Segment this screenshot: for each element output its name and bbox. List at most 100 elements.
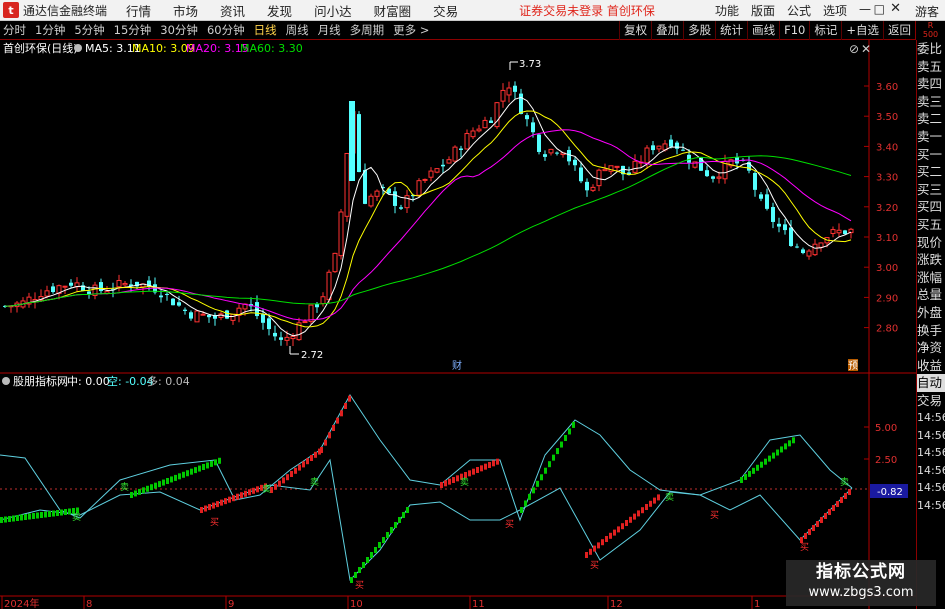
menu-item-discover[interactable]: 发现: [256, 1, 303, 20]
indicator-bar: [206, 462, 209, 469]
tab-60min[interactable]: 60分钟: [204, 22, 248, 38]
candle-body: [500, 89, 506, 102]
x-label-jan: 1: [754, 599, 760, 609]
panel-ask2[interactable]: 卖二: [917, 110, 945, 128]
indicator-bar: [645, 504, 648, 510]
menu-item-formula[interactable]: 公式: [781, 2, 817, 19]
panel-bid3[interactable]: 买三: [917, 181, 945, 199]
indicator-settings-icon[interactable]: [2, 377, 10, 385]
tab-5min[interactable]: 5分钟: [71, 22, 107, 38]
panel-outer[interactable]: 外盘: [917, 304, 945, 322]
f10-button[interactable]: F10: [779, 21, 809, 40]
candle-body: [326, 271, 332, 301]
tab-30min[interactable]: 30分钟: [157, 22, 201, 38]
tab-1min[interactable]: 1分钟: [32, 22, 68, 38]
menu-item-trade[interactable]: 交易: [422, 1, 469, 20]
candle-body: [434, 168, 440, 173]
draw-line-button[interactable]: 画线: [747, 21, 779, 40]
indicator-bar: [788, 440, 791, 447]
minimize-icon[interactable]: —: [859, 2, 871, 16]
candle-body: [537, 134, 541, 152]
add-watchlist-button[interactable]: +自选: [841, 21, 883, 40]
menu-item-assistant[interactable]: 问小达: [303, 1, 363, 20]
tab-monthly[interactable]: 月线: [315, 22, 344, 38]
candle-body: [446, 159, 452, 164]
candle-body: [363, 169, 367, 204]
panel-ask5[interactable]: 卖五: [917, 58, 945, 76]
quote-side-panel: 委比 卖五 卖四 卖三 卖二 卖一 买一 买二 买三 买四 买五 现价 涨跌 涨…: [916, 40, 945, 609]
close-pane-icon[interactable]: ✕: [861, 42, 871, 56]
panel-ask1[interactable]: 卖一: [917, 128, 945, 146]
indicator-bar: [378, 542, 381, 548]
chart-settings-icon[interactable]: [74, 44, 82, 52]
tab-more[interactable]: 更多 >: [390, 22, 432, 38]
tab-weekly[interactable]: 周线: [283, 22, 312, 38]
panel-eps[interactable]: 收益: [917, 357, 945, 375]
menu-item-function[interactable]: 功能: [709, 2, 745, 19]
panel-bid-ratio[interactable]: 委比: [917, 40, 945, 58]
statistics-button[interactable]: 统计: [715, 21, 747, 40]
candle-body: [177, 302, 181, 306]
tab-trade-panel[interactable]: 交易: [917, 392, 945, 410]
candle-body: [344, 152, 350, 217]
tab-15min[interactable]: 15分钟: [111, 22, 155, 38]
candle-body: [716, 176, 722, 179]
indicator-bar: [16, 515, 19, 521]
indicator-bar: [48, 511, 51, 517]
kline-chart-area[interactable]: 首创环保(日线) MA5: 3.11 MA10: 3.09 MA20: 3.15…: [0, 40, 916, 609]
mark-button[interactable]: 标记: [809, 21, 841, 40]
guest-user[interactable]: 游客: [915, 3, 939, 20]
indicator-bar: [593, 545, 596, 552]
indicator-bar: [780, 446, 783, 453]
panel-change-pct[interactable]: 涨幅: [917, 269, 945, 287]
panel-net-assets[interactable]: 净资: [917, 339, 945, 357]
indicator-bar: [150, 484, 153, 491]
collapse-icon[interactable]: ⊘: [849, 42, 859, 56]
overlay-button[interactable]: 叠加: [651, 21, 683, 40]
indicator-bar: [844, 493, 847, 499]
panel-change[interactable]: 涨跌: [917, 251, 945, 269]
menu-item-market[interactable]: 市场: [162, 1, 209, 20]
indicator-bar: [12, 515, 15, 522]
finance-event-marker[interactable]: 财: [452, 359, 462, 372]
indicator-bar: [248, 489, 251, 496]
panel-bid2[interactable]: 买二: [917, 163, 945, 181]
menu-item-wealth-circle[interactable]: 财富圈: [363, 1, 423, 20]
back-button[interactable]: 返回: [883, 21, 915, 40]
indicator-bar: [740, 477, 743, 483]
tab-auto[interactable]: 自动: [917, 374, 945, 392]
candle-body: [548, 148, 554, 154]
panel-price[interactable]: 现价: [917, 234, 945, 252]
login-notice[interactable]: 证券交易未登录 首创环保: [519, 2, 655, 19]
forecast-event-marker[interactable]: 预: [848, 360, 858, 372]
indicator-bar: [332, 425, 335, 431]
menu-item-options[interactable]: 选项: [817, 2, 853, 19]
indicator-bar: [560, 441, 563, 448]
candle-body: [302, 321, 308, 324]
tab-daily[interactable]: 日线: [251, 22, 280, 38]
close-icon[interactable]: ✕: [890, 1, 901, 16]
panel-bid4[interactable]: 买四: [917, 198, 945, 216]
menu-item-quotes[interactable]: 行情: [115, 1, 162, 20]
multi-stock-button[interactable]: 多股: [683, 21, 715, 40]
panel-turnover[interactable]: 换手: [917, 322, 945, 340]
candle-body: [470, 130, 476, 138]
panel-ask3[interactable]: 卖三: [917, 93, 945, 111]
panel-ask4[interactable]: 卖四: [917, 75, 945, 93]
adjust-button[interactable]: 复权: [619, 21, 651, 40]
indicator-bar: [354, 572, 357, 578]
panel-bid1[interactable]: 买一: [917, 146, 945, 164]
ind-tick-2-5: 2.50: [875, 455, 897, 466]
menu-item-layout[interactable]: 版面: [745, 2, 781, 19]
candle-body: [165, 293, 169, 295]
maximize-icon[interactable]: □: [874, 2, 885, 16]
indicator-y-axis: 5.00 2.50 -0.82: [864, 423, 908, 498]
panel-volume[interactable]: 总量: [917, 286, 945, 304]
candle-body: [393, 191, 397, 206]
panel-bid5[interactable]: 买五: [917, 216, 945, 234]
tab-multi-period[interactable]: 多周期: [347, 22, 388, 38]
tab-intraday[interactable]: 分时: [0, 22, 29, 38]
menu-item-news[interactable]: 资讯: [209, 1, 256, 20]
candle-body: [404, 195, 410, 209]
candle-body: [261, 314, 265, 323]
